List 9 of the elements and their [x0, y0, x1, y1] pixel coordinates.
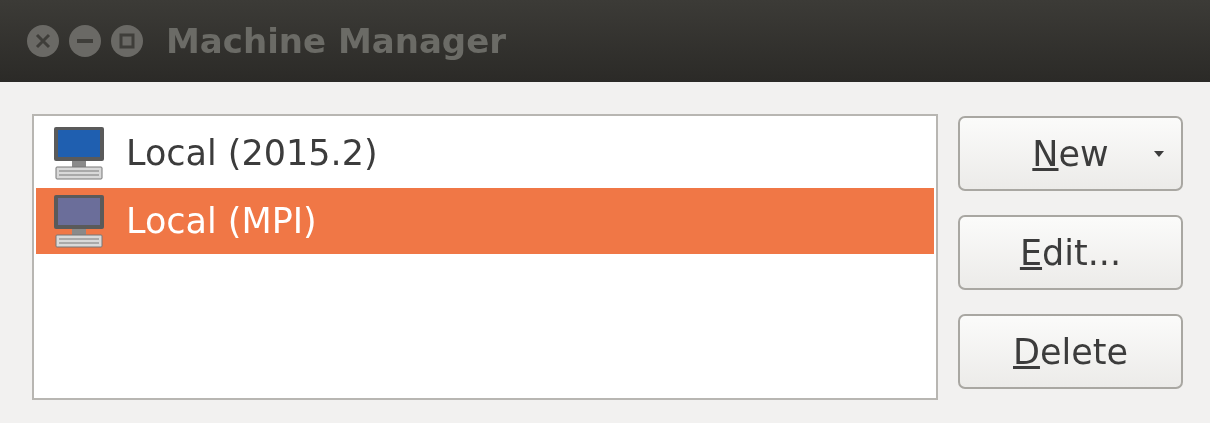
action-button[interactable]: New — [958, 116, 1183, 191]
minimize-icon[interactable] — [68, 24, 102, 58]
action-button[interactable]: Delete — [958, 314, 1183, 389]
machine-item[interactable]: Local (2015.2) — [36, 120, 934, 186]
maximize-icon[interactable] — [110, 24, 144, 58]
caret-icon — [1153, 150, 1165, 158]
close-icon[interactable] — [26, 24, 60, 58]
action-button[interactable]: Edit... — [958, 215, 1183, 290]
window-title: Machine Manager — [166, 21, 506, 61]
